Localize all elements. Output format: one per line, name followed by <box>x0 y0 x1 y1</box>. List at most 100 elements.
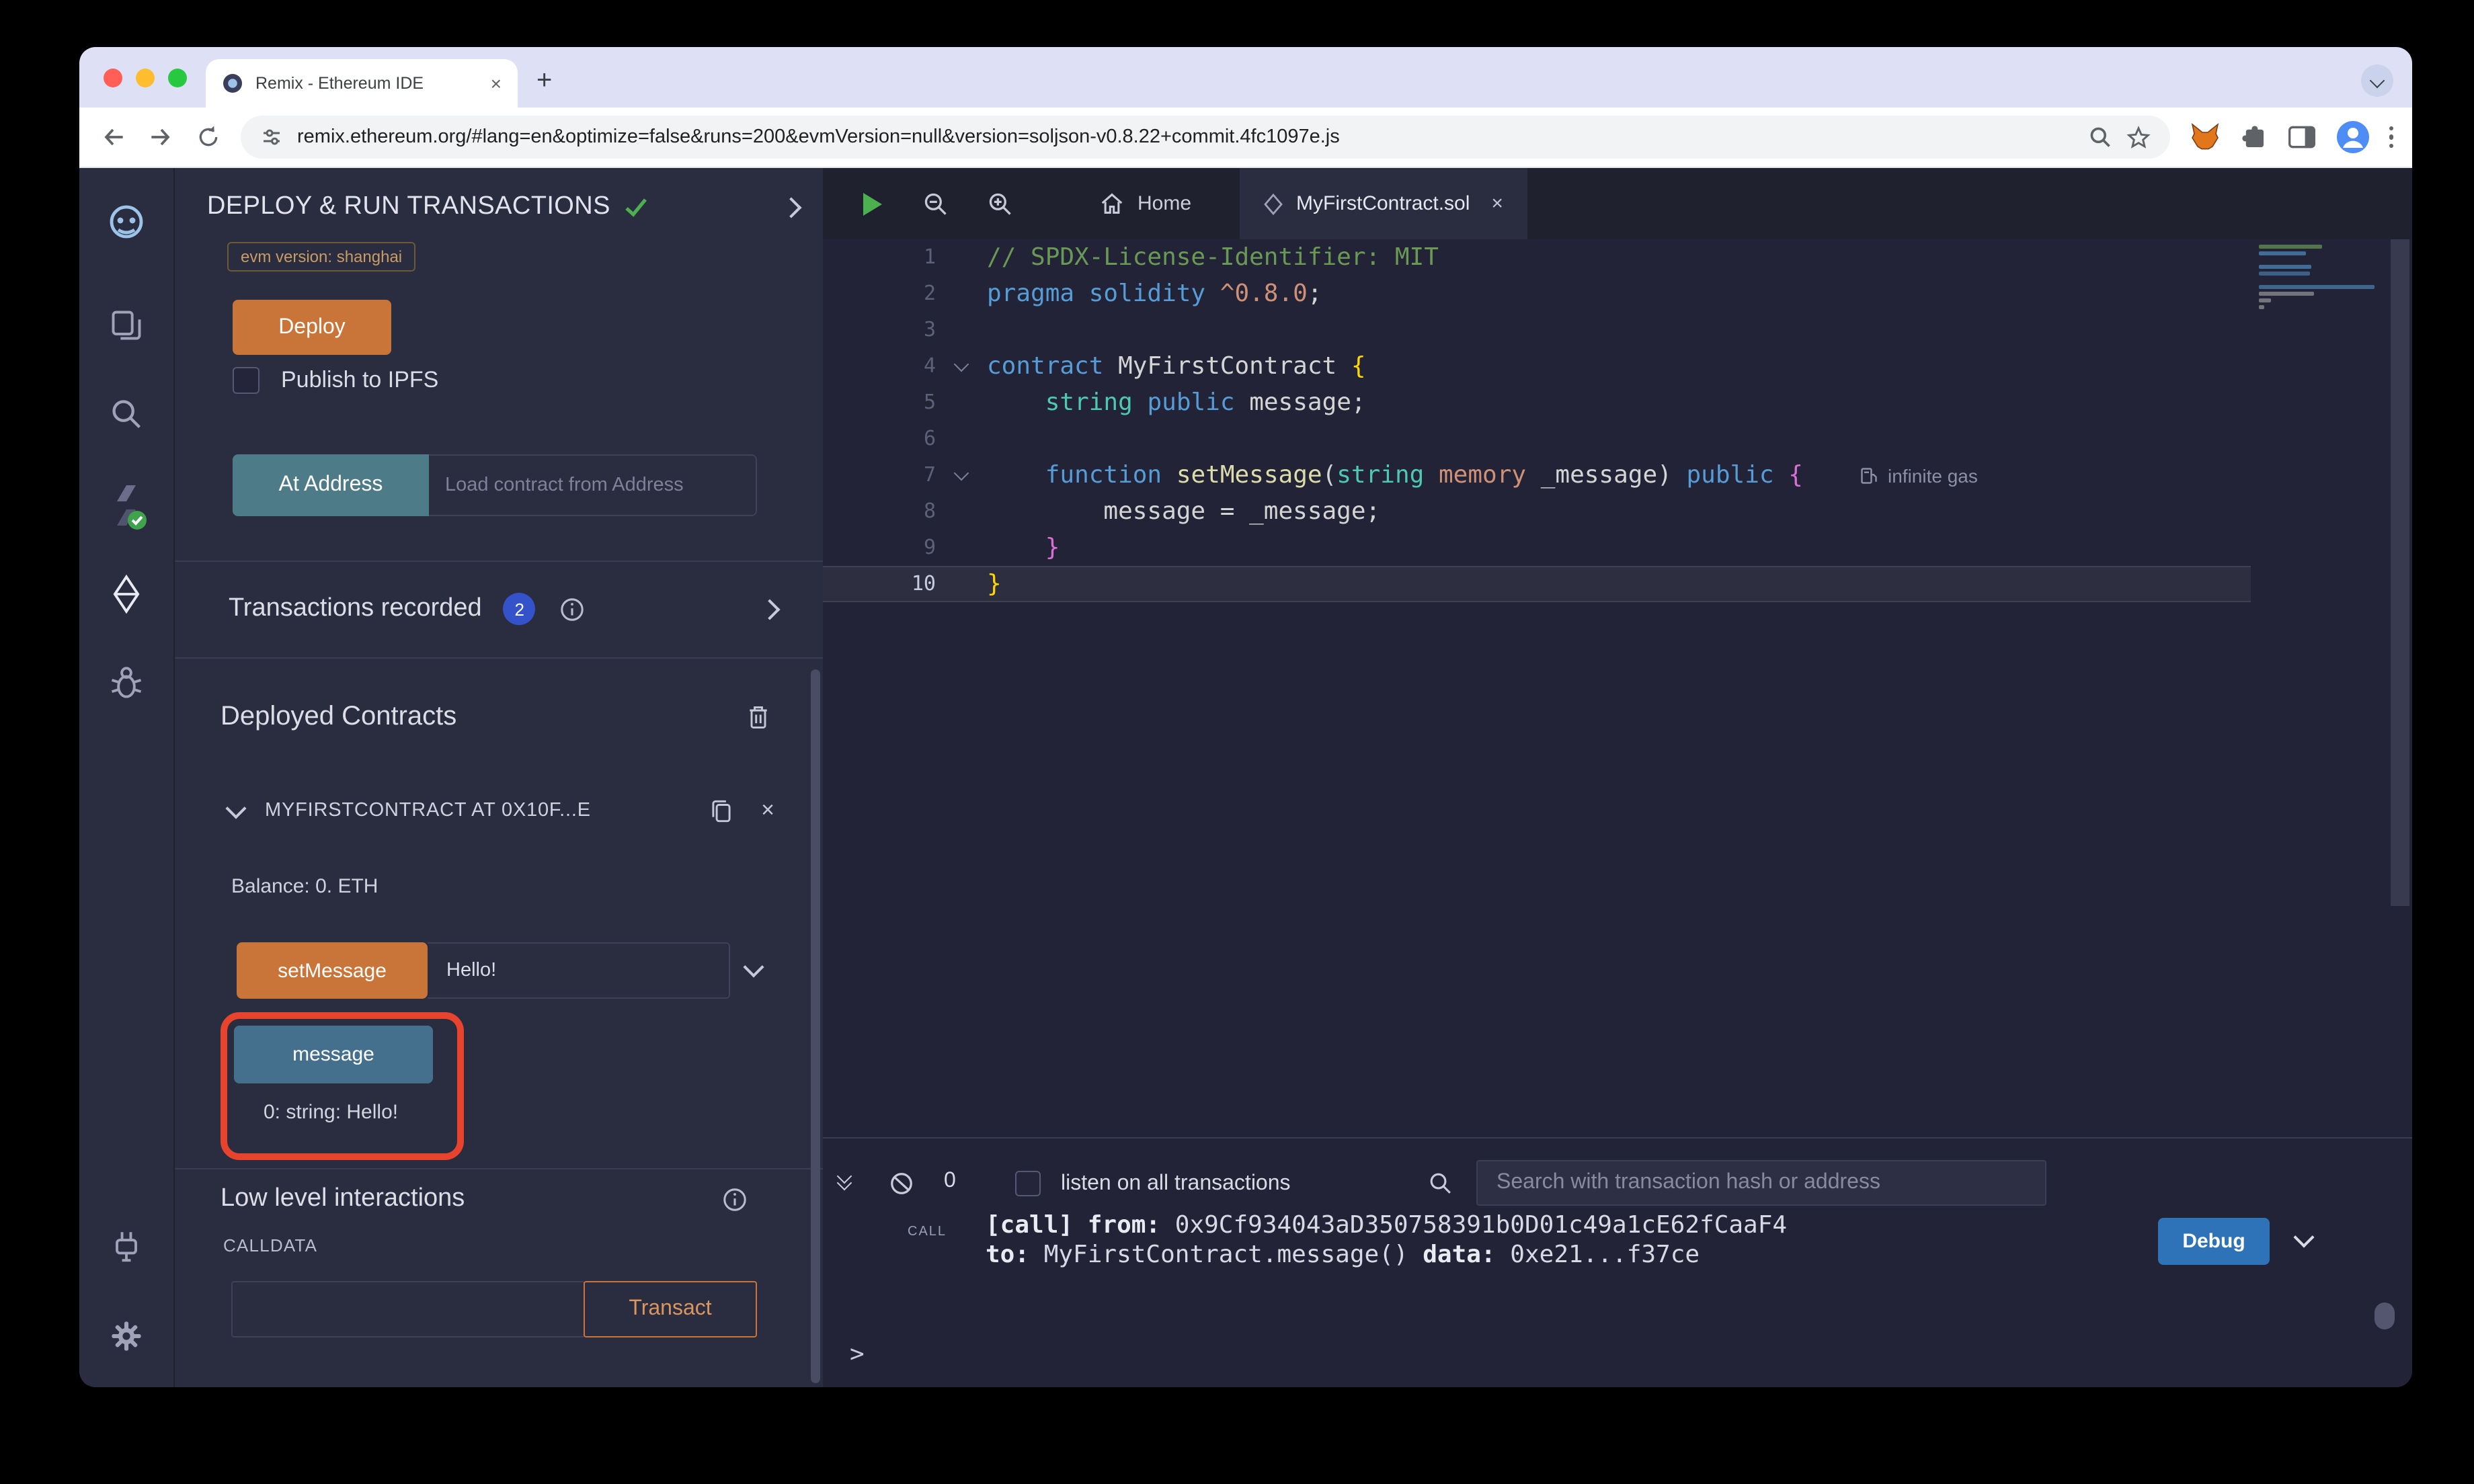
file-explorer-icon[interactable] <box>109 308 144 343</box>
debugger-icon[interactable] <box>109 663 144 700</box>
terminal-count: 0 <box>944 1169 956 1194</box>
home-icon <box>1100 192 1124 215</box>
transact-button[interactable]: Transact <box>584 1281 757 1337</box>
listen-label: listen on all transactions <box>1061 1172 1291 1196</box>
zoom-out-icon[interactable] <box>922 190 949 217</box>
panel-scrollbar[interactable] <box>811 669 820 1383</box>
low-level-title: Low level interactions <box>221 1184 465 1214</box>
calldata-input[interactable] <box>231 1281 585 1337</box>
check-icon <box>624 196 648 218</box>
profile-icon[interactable] <box>2335 120 2370 155</box>
tab-search-button[interactable] <box>2361 65 2393 97</box>
editor-tabbar: Home MyFirstContract.sol × <box>823 168 2412 239</box>
browser-window: Remix - Ethereum IDE × + remix.ethereum.… <box>79 47 2412 1387</box>
maximize-window-button[interactable] <box>168 69 187 87</box>
message-button[interactable]: message <box>234 1026 433 1083</box>
setmessage-button[interactable]: setMessage <box>237 942 428 999</box>
gas-estimate-hint: infinite gas <box>1860 457 1978 493</box>
info-icon[interactable] <box>722 1186 748 1212</box>
code-line[interactable]: 9 } <box>823 530 2251 566</box>
terminal-search-input[interactable] <box>1476 1160 2046 1206</box>
panel-title: DEPLOY & RUN TRANSACTIONS <box>207 192 610 222</box>
code-line[interactable]: 3 <box>823 312 2251 348</box>
zoom-in-icon[interactable] <box>987 190 1014 217</box>
tab-close-icon[interactable]: × <box>1491 192 1503 215</box>
contract-collapse-icon[interactable] <box>225 797 246 818</box>
menu-icon[interactable] <box>2389 126 2393 149</box>
code-line[interactable]: 5 string public message; <box>823 384 2251 421</box>
remix-logo[interactable] <box>102 200 151 246</box>
sidebar-icon[interactable] <box>2286 124 2316 151</box>
at-address-input[interactable] <box>429 454 757 516</box>
terminal-search-icon <box>1428 1171 1453 1196</box>
divider <box>175 657 823 659</box>
plugin-manager-icon[interactable] <box>109 1230 144 1268</box>
terminal-log[interactable]: [call] from: 0x9Cf934043aD350758391b0D01… <box>986 1211 1787 1270</box>
forward-icon[interactable] <box>147 122 176 152</box>
code-line[interactable]: 2pragma solidity ^0.8.0; <box>823 276 2251 312</box>
code-editor[interactable]: 1// SPDX-License-Identifier: MIT2pragma … <box>823 239 2412 1137</box>
terminal-prompt[interactable]: > <box>850 1340 865 1368</box>
code-line[interactable]: 6 <box>823 421 2251 457</box>
debug-button[interactable]: Debug <box>2158 1218 2270 1265</box>
code-line[interactable]: 4contract MyFirstContract { <box>823 348 2251 384</box>
minimap[interactable] <box>2259 245 2380 312</box>
tune-icon[interactable] <box>260 125 284 149</box>
reload-icon[interactable] <box>195 124 222 151</box>
code-line[interactable]: 8 message = _message; <box>823 493 2251 530</box>
code-lines[interactable]: 1// SPDX-License-Identifier: MIT2pragma … <box>823 239 2251 602</box>
info-icon[interactable] <box>560 596 586 622</box>
extensions-icon[interactable] <box>2239 123 2268 151</box>
listen-checkbox[interactable] <box>1015 1171 1041 1196</box>
search-icon[interactable] <box>109 397 144 431</box>
code-line[interactable]: 7 function setMessage(string memory _mes… <box>823 457 2251 493</box>
address-bar[interactable]: remix.ethereum.org/#lang=en&optimize=fal… <box>241 116 2169 159</box>
contract-title: MYFIRSTCONTRACT AT 0X10F...E <box>265 800 709 821</box>
editor-scrollbar[interactable] <box>2391 239 2409 906</box>
evm-version-badge: evm version: shanghai <box>227 242 415 272</box>
publish-ipfs-checkbox[interactable] <box>233 367 260 394</box>
divider <box>175 1168 823 1169</box>
window-controls <box>104 69 187 87</box>
deploy-run-icon[interactable] <box>109 574 144 614</box>
new-tab-button[interactable]: + <box>536 66 552 97</box>
url-text: remix.ethereum.org/#lang=en&optimize=fal… <box>297 126 2074 148</box>
divider <box>175 561 823 562</box>
browser-tabstrip: Remix - Ethereum IDE × + <box>79 47 2412 108</box>
back-icon[interactable] <box>98 122 128 152</box>
debug-expand-icon[interactable] <box>2293 1227 2314 1247</box>
metamask-icon[interactable] <box>2188 121 2221 153</box>
block-icon[interactable] <box>889 1171 914 1196</box>
deployed-contract-header[interactable]: MYFIRSTCONTRACT AT 0X10F...E × <box>229 784 774 837</box>
minimize-window-button[interactable] <box>136 69 155 87</box>
settings-icon[interactable] <box>109 1319 144 1354</box>
publish-ipfs-label: Publish to IPFS <box>281 367 438 394</box>
browser-toolbar: remix.ethereum.org/#lang=en&optimize=fal… <box>79 108 2412 168</box>
code-line[interactable]: 1// SPDX-License-Identifier: MIT <box>823 239 2251 276</box>
double-chevron-down-icon[interactable] <box>839 1171 850 1188</box>
terminal[interactable]: 0 listen on all transactions CALL [call]… <box>823 1137 2412 1387</box>
browser-tab[interactable]: Remix - Ethereum IDE × <box>206 59 518 108</box>
terminal-scrollbar[interactable] <box>2375 1303 2395 1329</box>
panel-expand-icon[interactable] <box>781 196 801 217</box>
solidity-compiler-icon[interactable] <box>106 483 147 531</box>
play-icon[interactable] <box>861 190 885 217</box>
zoom-indicator-icon[interactable] <box>2087 125 2112 149</box>
tab-myfirstcontract[interactable]: MyFirstContract.sol × <box>1240 168 1527 239</box>
at-address-button[interactable]: At Address <box>233 454 429 516</box>
copy-icon[interactable] <box>709 796 734 825</box>
tab-home[interactable]: Home <box>1076 168 1215 239</box>
call-badge: CALL <box>908 1225 947 1239</box>
star-icon[interactable] <box>2125 124 2151 150</box>
contract-close-icon[interactable]: × <box>761 797 774 824</box>
setmessage-expand-icon[interactable] <box>743 956 764 977</box>
tab-close-icon[interactable]: × <box>491 73 502 94</box>
minimap-line <box>2259 298 2271 302</box>
trash-icon[interactable] <box>745 702 772 731</box>
code-line[interactable]: 10} <box>823 566 2251 602</box>
setmessage-input[interactable] <box>428 942 730 999</box>
close-window-button[interactable] <box>104 69 122 87</box>
transactions-expand-icon[interactable] <box>759 598 780 619</box>
remix-favicon <box>222 73 243 94</box>
deploy-button[interactable]: Deploy <box>233 300 391 355</box>
